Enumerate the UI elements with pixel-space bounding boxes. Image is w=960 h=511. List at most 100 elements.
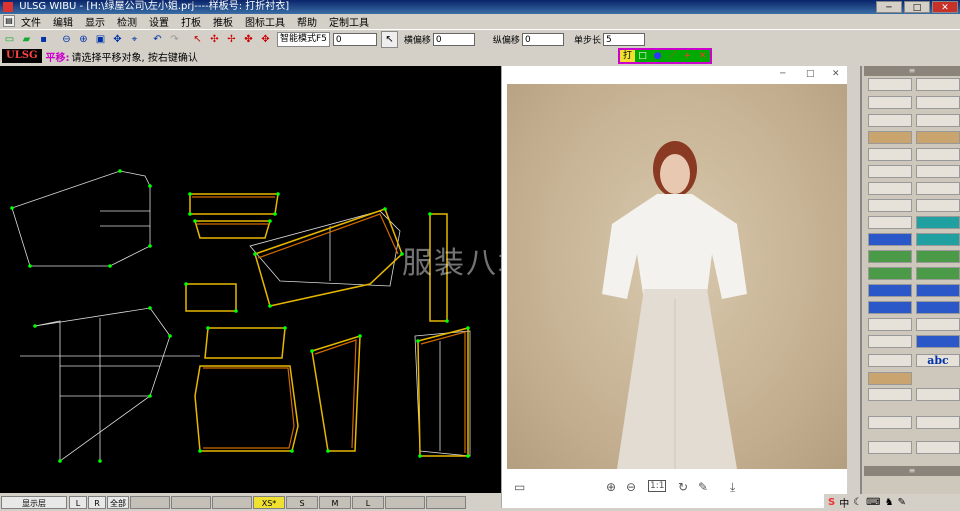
size-slot[interactable]: [385, 496, 425, 509]
tool-dart-icon[interactable]: [868, 148, 912, 161]
viewer-close-icon[interactable]: ✕: [832, 69, 840, 79]
tool-line-icon[interactable]: [868, 96, 912, 109]
tool-scissors-icon[interactable]: [868, 199, 912, 212]
menu-help[interactable]: 帮助: [291, 14, 323, 29]
left-button[interactable]: L: [69, 496, 87, 509]
size-slot[interactable]: [426, 496, 466, 509]
tool-gather-icon[interactable]: [868, 335, 912, 348]
input-method-icon[interactable]: S: [828, 497, 835, 508]
tool-pleat-2-icon[interactable]: [916, 318, 960, 331]
open-folder-icon[interactable]: ▰: [19, 32, 34, 47]
viewer-zoom-out-icon[interactable]: ⊖: [626, 480, 636, 494]
tool-gather-2-icon[interactable]: [916, 335, 960, 348]
minimize-button[interactable]: ─: [876, 1, 902, 13]
h-offset-input[interactable]: 0: [432, 32, 475, 46]
rotate-icon[interactable]: ↻: [678, 480, 688, 494]
snap-point-icon[interactable]: ●: [650, 50, 665, 62]
size-slot[interactable]: [130, 496, 170, 509]
tool-angle-icon[interactable]: [916, 96, 960, 109]
tool-mark-icon[interactable]: [868, 267, 912, 280]
point-tool-2-icon[interactable]: ✢: [224, 32, 239, 47]
doc-icon[interactable]: ▤: [3, 15, 15, 27]
all-button[interactable]: 全部: [107, 496, 129, 509]
maximize-button[interactable]: □: [904, 1, 930, 13]
tool-mark-2-icon[interactable]: [916, 267, 960, 280]
redo-icon[interactable]: ↷: [167, 32, 182, 47]
viewer-minimize-icon[interactable]: ─: [780, 69, 785, 79]
tool-wave-icon[interactable]: [916, 216, 960, 229]
mode-value-input[interactable]: 0: [332, 32, 377, 46]
tool-ruffle-icon[interactable]: [868, 250, 912, 263]
size-xs-button[interactable]: XS*: [253, 496, 285, 509]
size-m-button[interactable]: M: [319, 496, 351, 509]
tool-sewing-icon[interactable]: [868, 182, 912, 195]
tool-divider-icon[interactable]: [916, 114, 960, 127]
menu-icon-tools[interactable]: 图标工具: [239, 14, 291, 29]
tool-sewing-machine-icon[interactable]: [916, 182, 960, 195]
menu-file[interactable]: 文件: [15, 14, 47, 29]
menu-check[interactable]: 检测: [111, 14, 143, 29]
tool-curve-icon[interactable]: [916, 78, 960, 91]
close-button[interactable]: ✕: [932, 1, 958, 13]
tool-frame-icon[interactable]: [916, 441, 960, 454]
tool-arrow-teal-icon[interactable]: [916, 233, 960, 246]
point-tool-icon[interactable]: ✣: [207, 32, 222, 47]
download-icon[interactable]: ⤓: [730, 480, 735, 495]
tool-shape-blue-2-icon[interactable]: [916, 301, 960, 314]
snap-cross-icon[interactable]: +: [680, 50, 695, 62]
tool-triangle-2-icon[interactable]: [916, 416, 960, 429]
snap-print-icon[interactable]: 打: [620, 50, 635, 62]
point-tool-3-icon[interactable]: ✤: [241, 32, 256, 47]
wrench-icon[interactable]: ✎: [898, 497, 906, 508]
tool-text-abc[interactable]: abc: [916, 354, 960, 367]
point-tool-4-icon[interactable]: ✥: [258, 32, 273, 47]
snap-rect-icon[interactable]: □: [635, 50, 650, 62]
size-slot[interactable]: [171, 496, 211, 509]
shirt-icon[interactable]: ♞: [885, 497, 894, 508]
slideshow-icon[interactable]: ▭: [514, 480, 525, 494]
tool-ruffle-2-icon[interactable]: [916, 250, 960, 263]
menu-grading[interactable]: 推板: [207, 14, 239, 29]
tool-zigzag-icon[interactable]: [868, 441, 912, 454]
menu-edit[interactable]: 编辑: [47, 14, 79, 29]
moon-icon[interactable]: ☾: [853, 497, 862, 508]
zoom-in-icon[interactable]: ⊕: [76, 32, 91, 47]
pan-icon[interactable]: ✥: [110, 32, 125, 47]
viewer-maximize-icon[interactable]: □: [806, 69, 815, 79]
tool-dart-2-icon[interactable]: [916, 148, 960, 161]
menu-view[interactable]: 显示: [79, 14, 111, 29]
viewer-zoom-in-icon[interactable]: ⊕: [606, 480, 616, 494]
select-arrow-icon[interactable]: ↖: [190, 32, 205, 47]
mode-select[interactable]: 智能模式F5: [277, 31, 330, 47]
zoom-fit-icon[interactable]: ▣: [93, 32, 108, 47]
new-file-icon[interactable]: ▭: [2, 32, 17, 47]
snap-line-icon[interactable]: ／: [665, 50, 680, 62]
tool-fold-icon[interactable]: [868, 165, 912, 178]
step-input[interactable]: 5: [602, 32, 645, 46]
tool-pencil-icon[interactable]: [868, 78, 912, 91]
snap-x-icon[interactable]: ✕: [695, 50, 710, 62]
undo-icon[interactable]: ↶: [150, 32, 165, 47]
tool-measure-icon[interactable]: [868, 354, 912, 367]
tool-block-blue-2-icon[interactable]: [916, 284, 960, 297]
tool-shape-blue-icon[interactable]: [868, 301, 912, 314]
tool-ruler-2-icon[interactable]: [868, 388, 912, 401]
v-offset-input[interactable]: 0: [521, 32, 564, 46]
tool-notch-icon[interactable]: [916, 199, 960, 212]
keyboard-icon[interactable]: ⌨: [866, 497, 880, 508]
tool-compass-icon[interactable]: [868, 114, 912, 127]
edit-pencil-icon[interactable]: ✎: [698, 480, 708, 494]
size-l-button[interactable]: L: [352, 496, 384, 509]
tool-ruler-icon[interactable]: [868, 372, 912, 385]
actual-size-icon[interactable]: 1:1: [648, 480, 667, 492]
size-slot[interactable]: [212, 496, 252, 509]
tool-arrow-blue-icon[interactable]: [868, 233, 912, 246]
tool-cut-icon[interactable]: [868, 216, 912, 229]
size-s-button[interactable]: S: [286, 496, 318, 509]
tool-block-blue-icon[interactable]: [868, 284, 912, 297]
display-layer-button[interactable]: 显示层: [1, 496, 67, 509]
zoom-out-icon[interactable]: ⊖: [59, 32, 74, 47]
tool-tape-2-icon[interactable]: [916, 131, 960, 144]
right-button[interactable]: R: [88, 496, 106, 509]
tool-grid-icon[interactable]: [916, 388, 960, 401]
